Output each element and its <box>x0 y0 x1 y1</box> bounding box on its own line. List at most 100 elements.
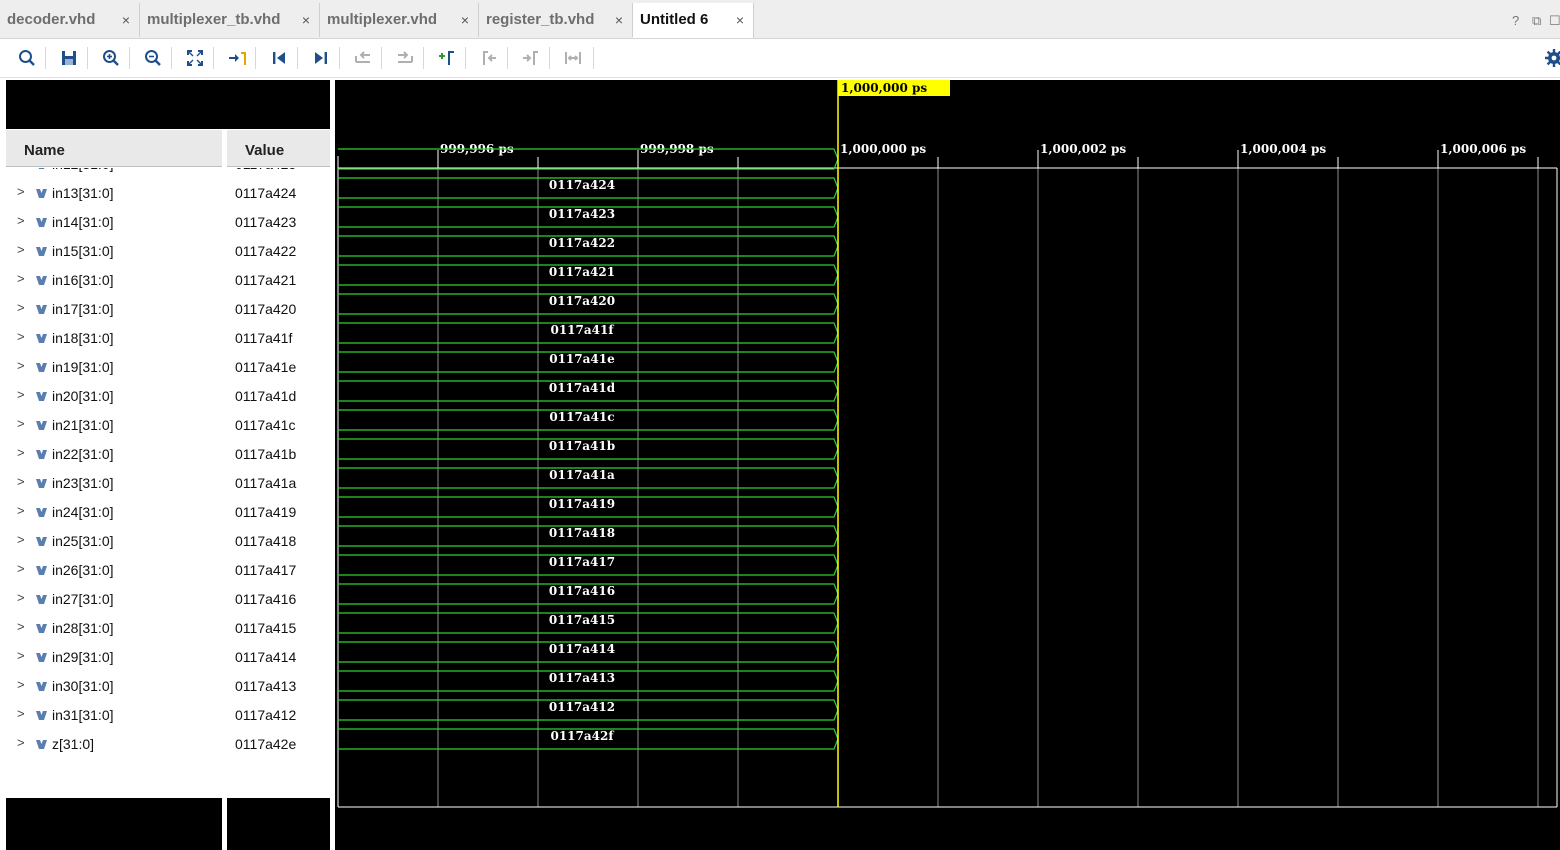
signal-name: in30[31:0] <box>52 678 114 694</box>
tab-close-icon[interactable]: × <box>302 12 310 28</box>
zoom-in-icon[interactable] <box>100 47 122 69</box>
expand-chevron-icon[interactable]: > <box>17 648 25 663</box>
bus-signal-icon <box>35 389 48 401</box>
signal-row[interactable]: > in20[31:0] <box>6 382 222 411</box>
tab-register-tb-vhd[interactable]: register_tb.vhd × <box>479 3 633 37</box>
add-marker-icon[interactable] <box>436 47 458 69</box>
toolbar-separator <box>297 47 298 69</box>
signal-name: in27[31:0] <box>52 591 114 607</box>
swap-cursors-icon[interactable] <box>562 47 584 69</box>
tab-multiplexer-tb-vhd[interactable]: multiplexer_tb.vhd × <box>140 3 320 37</box>
settings-gear-icon[interactable] <box>1543 47 1560 69</box>
zoom-fit-icon[interactable] <box>184 47 206 69</box>
expand-chevron-icon[interactable]: > <box>17 242 25 257</box>
bus-value-label: 0117a412 <box>549 700 615 714</box>
signal-row-partial[interactable]: > in12[31:0] <box>6 168 222 179</box>
toolbar-separator <box>507 47 508 69</box>
name-column-header[interactable]: Name <box>6 130 222 167</box>
bus-value-label: 0117a413 <box>549 671 615 685</box>
expand-chevron-icon[interactable]: > <box>17 677 25 692</box>
signal-row[interactable]: > in19[31:0] <box>6 353 222 382</box>
zoom-out-icon[interactable] <box>142 47 164 69</box>
waveform-svg: 999,996 ps 999,998 ps 1,000,000 ps 1,000,00… <box>337 80 1558 808</box>
tab-decoder-vhd[interactable]: decoder.vhd × <box>0 3 140 37</box>
expand-chevron-icon[interactable]: > <box>17 445 25 460</box>
previous-transition-icon[interactable] <box>352 47 374 69</box>
tab-close-icon[interactable]: × <box>615 12 623 28</box>
signal-row[interactable]: > in16[31:0] <box>6 266 222 295</box>
signal-name: in26[31:0] <box>52 562 114 578</box>
signal-value: 0117a42e <box>235 736 297 752</box>
expand-chevron-icon[interactable]: > <box>17 561 25 576</box>
signal-row[interactable]: > z[31:0] <box>6 730 222 759</box>
expand-chevron-icon[interactable]: > <box>17 358 25 373</box>
tab-close-icon[interactable]: × <box>461 12 469 28</box>
restore-icon[interactable]: ⧉ <box>1532 13 1541 29</box>
signal-row[interactable]: > in23[31:0] <box>6 469 222 498</box>
signal-row[interactable]: > in25[31:0] <box>6 527 222 556</box>
expand-chevron-icon[interactable]: > <box>17 590 25 605</box>
go-to-last-time-icon[interactable] <box>310 47 332 69</box>
signal-value: 0117a422 <box>235 243 297 259</box>
signal-row[interactable]: > in24[31:0] <box>6 498 222 527</box>
bus-value-label: 0117a41a <box>549 468 615 482</box>
expand-chevron-icon[interactable]: > <box>17 271 25 286</box>
tab-close-icon[interactable]: × <box>736 12 744 28</box>
expand-chevron-icon[interactable]: > <box>17 300 25 315</box>
name-list-footer <box>6 798 222 850</box>
expand-chevron-icon[interactable]: > <box>17 329 25 344</box>
signal-row[interactable]: > in15[31:0] <box>6 237 222 266</box>
tab-close-icon[interactable]: × <box>122 12 130 28</box>
tab-untitled-6[interactable]: Untitled 6 × <box>633 3 754 38</box>
save-icon[interactable] <box>58 47 80 69</box>
expand-chevron-icon[interactable]: > <box>17 619 25 634</box>
signal-row[interactable]: > in22[31:0] <box>6 440 222 469</box>
expand-chevron-icon[interactable]: > <box>17 168 25 170</box>
toolbar-separator <box>593 47 594 69</box>
signal-row[interactable]: > in29[31:0] <box>6 643 222 672</box>
signal-name: in14[31:0] <box>52 214 114 230</box>
value-column-header[interactable]: Value <box>227 130 330 167</box>
tab-multiplexer-vhd[interactable]: multiplexer.vhd × <box>320 3 479 37</box>
expand-chevron-icon[interactable]: > <box>17 503 25 518</box>
next-transition-icon[interactable] <box>394 47 416 69</box>
signal-value: 0117a41c <box>235 417 296 433</box>
signal-row[interactable]: > in21[31:0] <box>6 411 222 440</box>
go-to-cursor-icon[interactable] <box>226 47 248 69</box>
signal-row[interactable]: > in30[31:0] <box>6 672 222 701</box>
help-icon[interactable]: ? <box>1512 13 1519 28</box>
signal-name: in15[31:0] <box>52 243 114 259</box>
signal-value: 0117a41e <box>235 359 297 375</box>
signal-value: 0117a420 <box>235 301 297 317</box>
signal-row[interactable]: > in27[31:0] <box>6 585 222 614</box>
expand-chevron-icon[interactable]: > <box>17 213 25 228</box>
expand-chevron-icon[interactable]: > <box>17 706 25 721</box>
expand-chevron-icon[interactable]: > <box>17 387 25 402</box>
signal-row[interactable]: > in26[31:0] <box>6 556 222 585</box>
expand-chevron-icon[interactable]: > <box>17 474 25 489</box>
waveform-canvas[interactable]: 999,996 ps 999,998 ps 1,000,000 ps 1,000,00… <box>335 80 1560 850</box>
expand-chevron-icon[interactable]: > <box>17 184 25 199</box>
search-icon[interactable] <box>16 47 38 69</box>
maximize-icon[interactable]: ☐ <box>1549 13 1560 29</box>
go-to-time-zero-icon[interactable] <box>268 47 290 69</box>
bus-value-label: 0117a422 <box>549 236 615 250</box>
next-marker-icon[interactable] <box>520 47 542 69</box>
signal-name: in31[31:0] <box>52 707 114 723</box>
expand-chevron-icon[interactable]: > <box>17 416 25 431</box>
signal-row[interactable]: > in13[31:0] <box>6 179 222 208</box>
signal-row[interactable]: > in18[31:0] <box>6 324 222 353</box>
signal-row[interactable]: > in28[31:0] <box>6 614 222 643</box>
signal-row[interactable]: > in14[31:0] <box>6 208 222 237</box>
previous-marker-icon[interactable] <box>478 47 500 69</box>
signal-row[interactable]: > in17[31:0] <box>6 295 222 324</box>
expand-chevron-icon[interactable]: > <box>17 735 25 750</box>
bus-waveform <box>338 148 839 170</box>
bus-value-label: 0117a420 <box>549 294 615 308</box>
signal-row[interactable]: > in31[31:0] <box>6 701 222 730</box>
expand-chevron-icon[interactable]: > <box>17 532 25 547</box>
bus-signal-icon <box>35 505 48 517</box>
signal-name: in21[31:0] <box>52 417 114 433</box>
toolbar <box>0 39 1560 78</box>
bus-signal-icon <box>35 331 48 343</box>
